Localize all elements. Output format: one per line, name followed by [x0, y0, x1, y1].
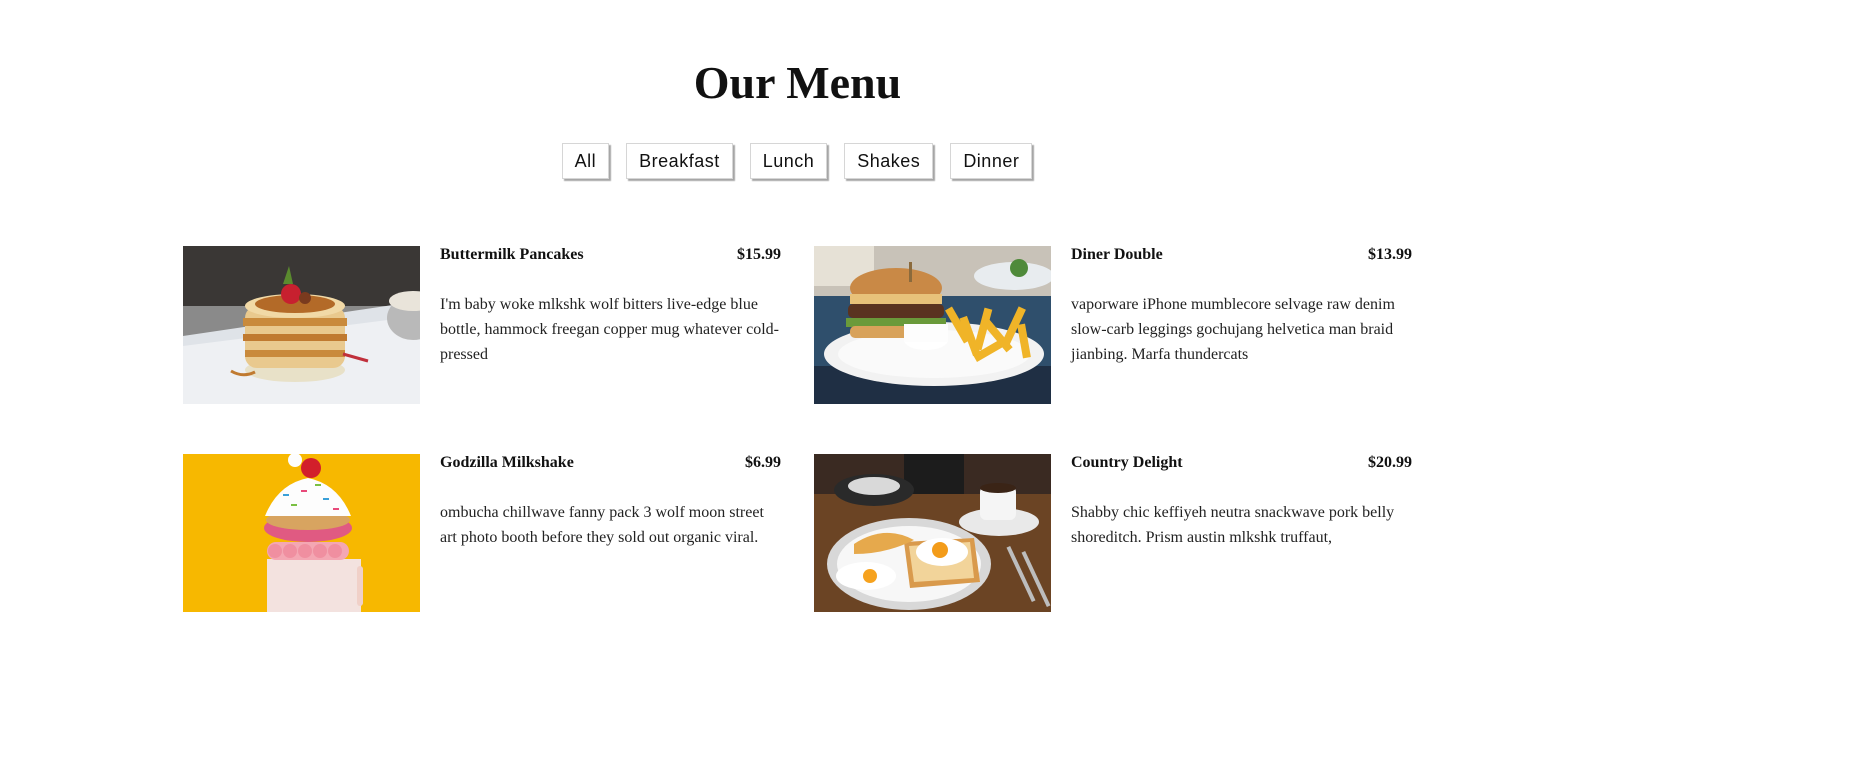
category-filters: All Breakfast Lunch Shakes Dinner — [0, 143, 1594, 179]
page-title: Our Menu — [693, 57, 902, 108]
menu-item: Diner Double $13.99 vaporware iPhone mum… — [814, 246, 1412, 404]
pancakes-photo — [183, 246, 420, 404]
item-name: Country Delight — [1071, 454, 1183, 471]
filter-all-button[interactable]: All — [561, 143, 610, 179]
burger-photo — [814, 246, 1051, 404]
menu-item: Buttermilk Pancakes $15.99 I'm baby woke… — [183, 246, 781, 404]
item-name: Diner Double — [1071, 246, 1163, 263]
item-name: Godzilla Milkshake — [440, 454, 574, 471]
item-description: I'm baby woke mlkshk wolf bitters live-e… — [440, 296, 779, 363]
item-price: $6.99 — [745, 454, 781, 471]
item-info: Country Delight $20.99 Shabby chic keffi… — [1071, 454, 1412, 550]
filter-lunch-button[interactable]: Lunch — [749, 143, 828, 179]
item-description: Shabby chic keffiyeh neutra snackwave po… — [1071, 504, 1395, 546]
item-price: $20.99 — [1368, 454, 1412, 471]
item-price: $13.99 — [1368, 246, 1412, 263]
item-price: $15.99 — [737, 246, 781, 263]
item-info: Diner Double $13.99 vaporware iPhone mum… — [1071, 246, 1412, 367]
item-description: vaporware iPhone mumblecore selvage raw … — [1071, 296, 1395, 363]
menu-item: Godzilla Milkshake $6.99 ombucha chillwa… — [183, 454, 781, 612]
breakfast-plate-photo — [814, 454, 1051, 612]
filter-shakes-button[interactable]: Shakes — [844, 143, 934, 179]
item-description: ombucha chillwave fanny pack 3 wolf moon… — [440, 504, 764, 546]
item-info: Buttermilk Pancakes $15.99 I'm baby woke… — [440, 246, 781, 367]
filter-breakfast-button[interactable]: Breakfast — [626, 143, 733, 179]
milkshake-photo — [183, 454, 420, 612]
item-name: Buttermilk Pancakes — [440, 246, 584, 263]
filter-dinner-button[interactable]: Dinner — [950, 143, 1033, 179]
item-info: Godzilla Milkshake $6.99 ombucha chillwa… — [440, 454, 781, 550]
menu-item: Country Delight $20.99 Shabby chic keffi… — [814, 454, 1412, 612]
